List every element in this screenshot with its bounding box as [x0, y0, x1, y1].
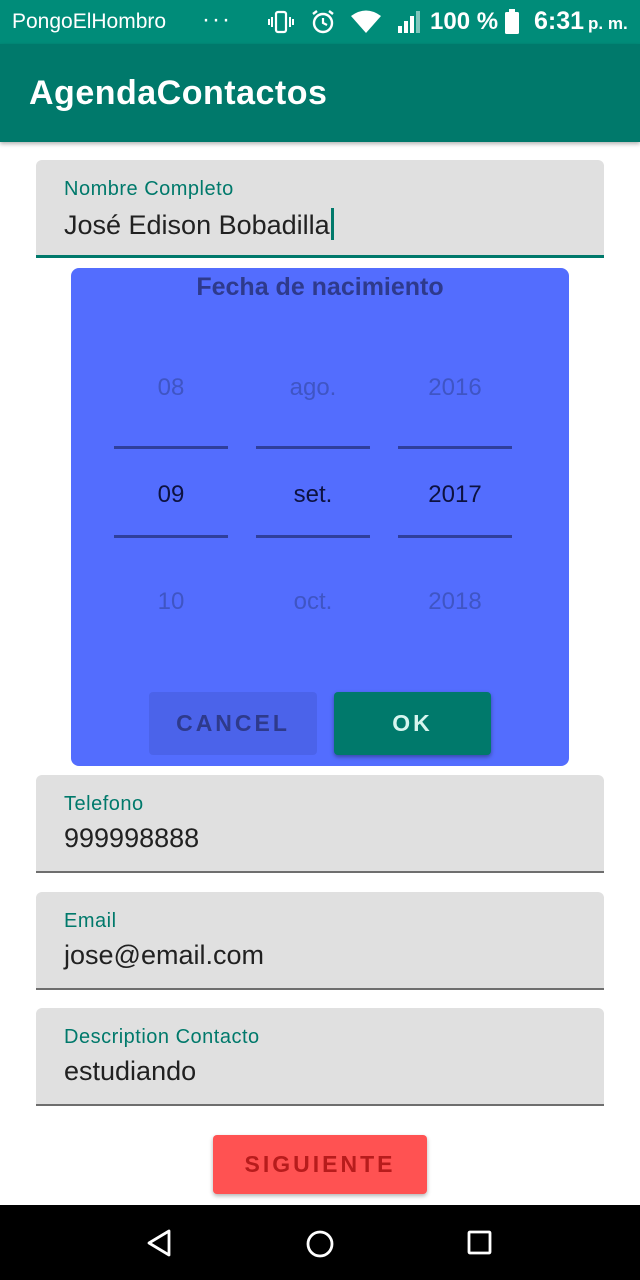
day-divider-bottom: [114, 535, 228, 538]
app-bar: AgendaContactos: [0, 44, 640, 142]
recents-icon[interactable]: [467, 1230, 493, 1256]
clock-ampm: p. m.: [588, 14, 628, 33]
year-next[interactable]: 2018: [398, 588, 512, 616]
notification-overflow-icon: ···: [202, 6, 232, 33]
descripcion-input[interactable]: estudiando: [64, 1056, 196, 1087]
telefono-field[interactable]: Telefono 999998888: [36, 775, 604, 873]
cancel-button[interactable]: CANCEL: [149, 692, 317, 755]
vibrate-icon: [268, 10, 294, 34]
nombre-completo-input[interactable]: José Edison Bobadilla: [64, 208, 334, 241]
battery-icon: [505, 9, 519, 34]
day-divider-top: [114, 446, 228, 449]
field-underline: [36, 1104, 604, 1106]
clock-time: 6:31: [534, 7, 585, 35]
signal-icon: [398, 11, 420, 33]
day-prev[interactable]: 08: [114, 374, 228, 402]
day-picker[interactable]: 08 09 10: [114, 268, 228, 668]
month-divider-top: [256, 446, 370, 449]
carrier-name: PongoElHombro: [12, 10, 167, 33]
text-cursor: [330, 208, 334, 240]
month-picker[interactable]: ago. set. oct.: [256, 268, 370, 668]
year-picker[interactable]: 2016 2017 2018: [398, 268, 512, 668]
email-input[interactable]: jose@email.com: [64, 940, 264, 971]
month-next[interactable]: oct.: [256, 588, 370, 616]
field-underline: [36, 255, 604, 258]
month-divider-bottom: [256, 535, 370, 538]
day-selected[interactable]: 09: [114, 481, 228, 509]
date-picker-dialog: Fecha de nacimiento 08 09 10 ago. set. o…: [71, 268, 569, 766]
home-icon[interactable]: [305, 1229, 335, 1259]
descripcion-label: Description Contacto: [64, 1026, 260, 1048]
year-selected[interactable]: 2017: [398, 481, 512, 509]
telefono-input[interactable]: 999998888: [64, 823, 199, 854]
month-selected[interactable]: set.: [256, 481, 370, 509]
battery-percent: 100 %: [430, 8, 499, 35]
email-label: Email: [64, 910, 117, 932]
alarm-icon: [312, 10, 334, 34]
siguiente-button[interactable]: SIGUIENTE: [213, 1135, 427, 1194]
field-underline: [36, 871, 604, 873]
nombre-completo-label: Nombre Completo: [64, 178, 234, 200]
nombre-completo-field[interactable]: Nombre Completo José Edison Bobadilla: [36, 160, 604, 258]
wifi-icon: [351, 10, 381, 33]
back-icon[interactable]: [146, 1229, 174, 1257]
navigation-bar: [0, 1205, 640, 1280]
year-divider-bottom: [398, 535, 512, 538]
day-next[interactable]: 10: [114, 588, 228, 616]
year-divider-top: [398, 446, 512, 449]
ok-button[interactable]: OK: [334, 692, 491, 755]
status-bar: PongoElHombro ··· 100 % 6:31 p. m.: [0, 0, 640, 44]
year-prev[interactable]: 2016: [398, 374, 512, 402]
field-underline: [36, 988, 604, 990]
month-prev[interactable]: ago.: [256, 374, 370, 402]
telefono-label: Telefono: [64, 793, 144, 815]
app-title: AgendaContactos: [29, 74, 328, 112]
descripcion-field[interactable]: Description Contacto estudiando: [36, 1008, 604, 1106]
email-field[interactable]: Email jose@email.com: [36, 892, 604, 990]
nombre-completo-value: José Edison Bobadilla: [64, 210, 330, 240]
